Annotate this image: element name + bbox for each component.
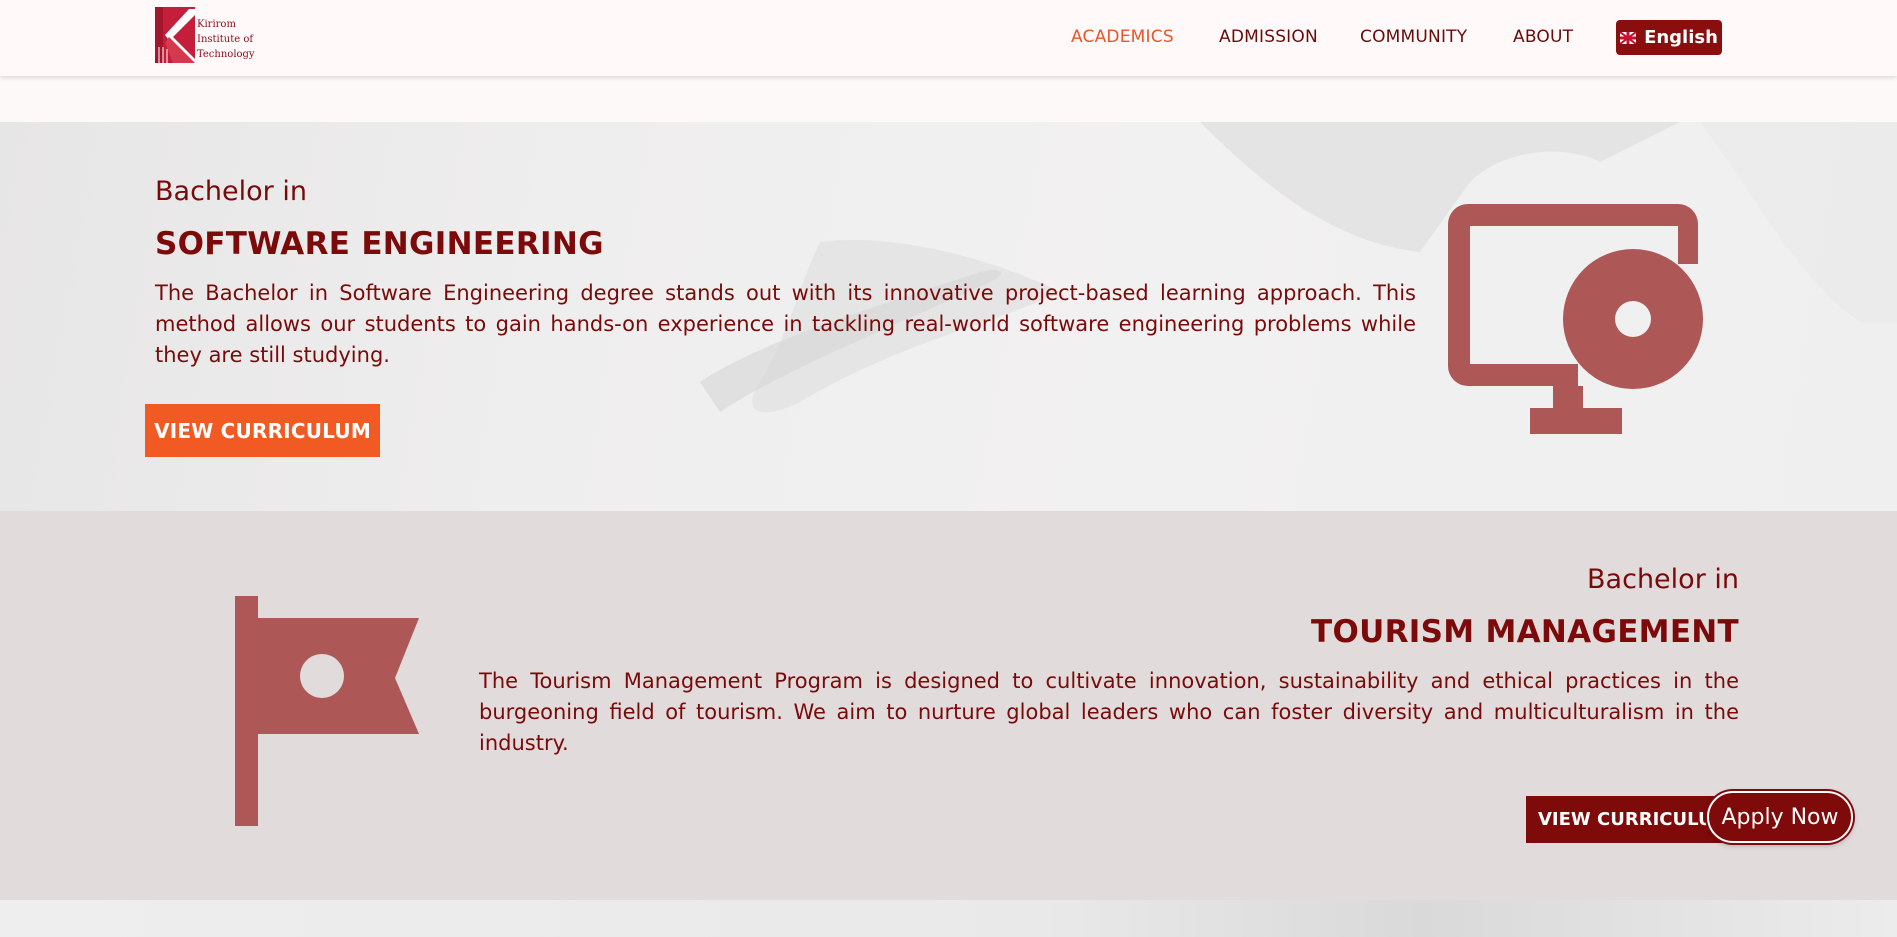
- program-pre-label: Bachelor in: [1587, 564, 1739, 595]
- site-logo[interactable]: Kirirom Institute of Technology: [155, 7, 255, 65]
- kit-logo-icon: [155, 7, 195, 63]
- monitor-disc-icon: [1448, 204, 1703, 434]
- program-tourism-management: Bachelor in TOURISM MANAGEMENT The Touri…: [0, 511, 1897, 900]
- flag-icon: [235, 596, 419, 826]
- program-title: TOURISM MANAGEMENT: [1311, 614, 1739, 650]
- view-curriculum-button[interactable]: VIEW CURRICULUM: [145, 404, 380, 457]
- program-title: SOFTWARE ENGINEERING: [155, 226, 604, 262]
- nav-academics[interactable]: ACADEMICS: [1071, 27, 1174, 47]
- apply-now-button[interactable]: Apply Now: [1707, 791, 1853, 843]
- site-header: Kirirom Institute of Technology ACADEMIC…: [0, 0, 1897, 76]
- logo-line-2: Institute of: [197, 34, 254, 45]
- logo-text: Kirirom Institute of Technology: [197, 17, 255, 62]
- program-pre-label: Bachelor in: [155, 176, 307, 207]
- nav-community[interactable]: COMMUNITY: [1360, 27, 1467, 47]
- program-description: The Tourism Management Program is design…: [479, 669, 1739, 755]
- nav-admission[interactable]: ADMISSION: [1219, 27, 1318, 47]
- next-section-preview: [0, 900, 1897, 937]
- program-description: The Bachelor in Software Engineering deg…: [155, 281, 1416, 367]
- uk-flag-icon: [1620, 31, 1637, 44]
- language-button[interactable]: English: [1616, 20, 1722, 55]
- program-software-engineering: Bachelor in SOFTWARE ENGINEERING The Bac…: [0, 122, 1897, 511]
- nav-about[interactable]: ABOUT: [1513, 27, 1573, 47]
- logo-line-1: Kirirom: [197, 19, 236, 30]
- language-label: English: [1644, 27, 1718, 48]
- logo-line-3: Technology: [197, 49, 255, 60]
- view-curriculum-button[interactable]: VIEW CURRICULUM: [1526, 796, 1722, 843]
